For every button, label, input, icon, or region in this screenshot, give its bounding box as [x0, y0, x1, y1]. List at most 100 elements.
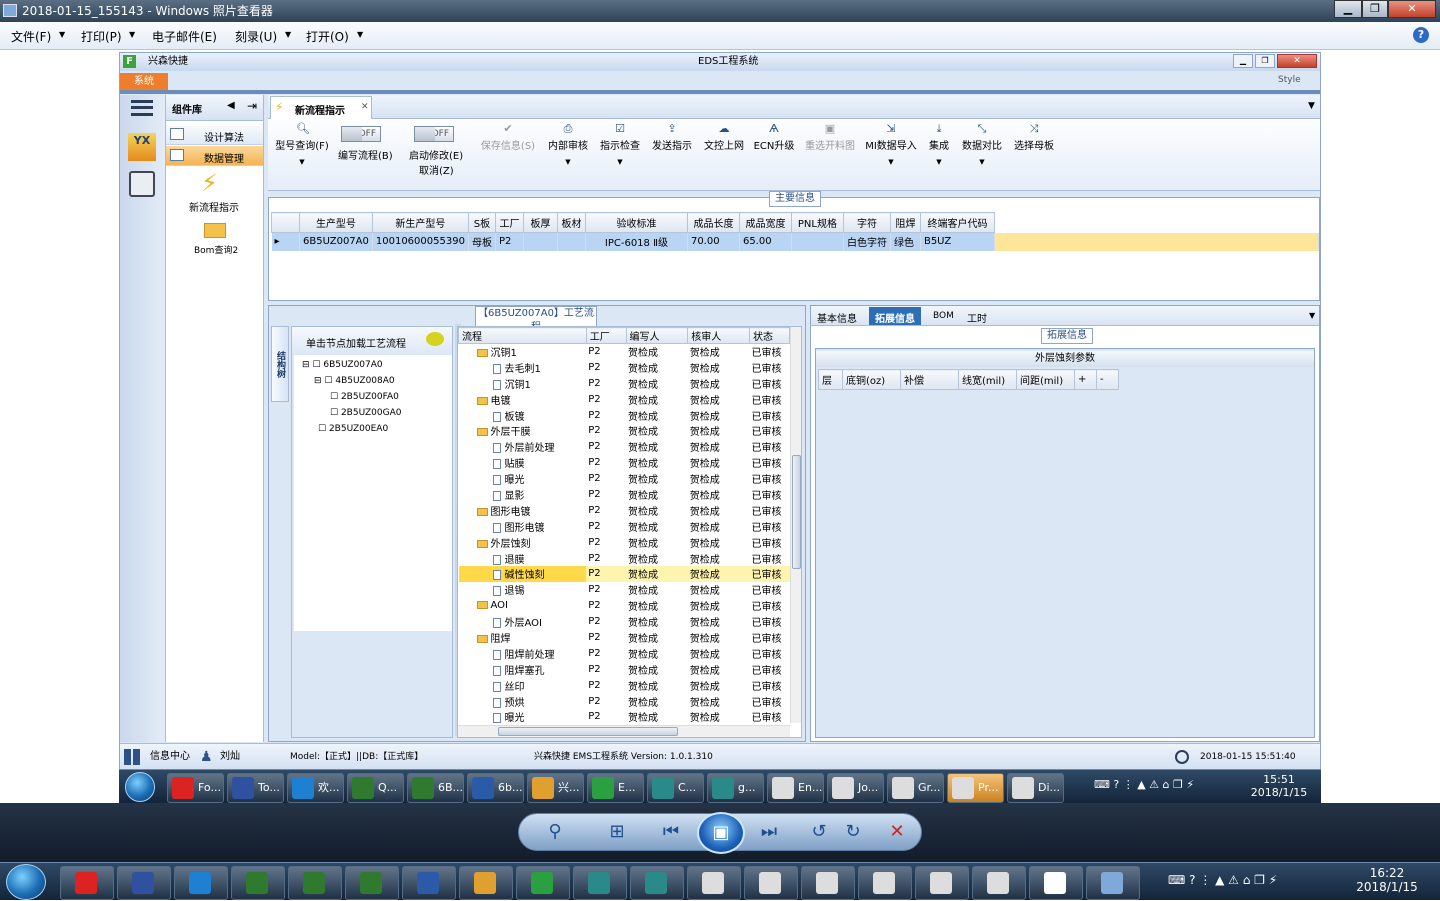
column-header[interactable]: 核审人	[687, 327, 751, 344]
process-row[interactable]: 电镀 P2 贺检成 贺检成 已审核	[459, 391, 790, 407]
process-row[interactable]: 退锡 P2 贺检成 贺检成 已审核	[459, 582, 790, 598]
menu-item-design-algorithm[interactable]: 设计算法	[166, 125, 263, 145]
taskbar-app-button[interactable]: Fo...	[167, 773, 224, 803]
taskbar-app-button[interactable]: g...	[707, 773, 764, 803]
column-header[interactable]: 终端客户代码	[919, 212, 995, 233]
taskbar-app-button[interactable]	[345, 866, 399, 900]
taskbar-app-button[interactable]: 欢...	[287, 773, 344, 803]
select-master-button[interactable]: ⤨ 选择母板	[1012, 123, 1056, 152]
column-header[interactable]: 工厂	[494, 212, 524, 233]
tab-bom[interactable]: BOM	[933, 311, 954, 321]
chevron-down-icon[interactable]: ▼	[1309, 311, 1315, 320]
taskbar-app-button[interactable]	[915, 866, 969, 900]
process-row[interactable]: 外层AOI P2 贺检成 贺检成 已审核	[459, 614, 790, 630]
zoom-icon[interactable]: ⚲	[537, 814, 573, 850]
taskbar-app-button[interactable]	[573, 866, 627, 900]
process-row[interactable]: 阻焊前处理 P2 贺检成 贺检成 已审核	[459, 645, 790, 661]
process-row[interactable]: 曝光 P2 贺检成 贺检成 已审核	[459, 471, 790, 487]
process-row[interactable]: 显影 P2 贺检成 贺检成 已审核	[459, 487, 790, 503]
menu-open[interactable]: 打开(O)	[306, 28, 349, 45]
process-row[interactable]: 外层蚀刻 P2 贺检成 贺检成 已审核	[459, 534, 790, 550]
data-compare-button[interactable]: ⤡ 数据对比 ▼	[960, 123, 1004, 166]
column-header[interactable]: 板厚	[522, 212, 558, 233]
taskbar-app-button[interactable]: En...	[767, 773, 824, 803]
hamburger-icon[interactable]	[131, 100, 153, 116]
taskbar-app-button[interactable]: 6b...	[467, 773, 524, 803]
tray-clock[interactable]: 15:51 2018/1/15	[1249, 773, 1309, 799]
process-row[interactable]: 预烘 P2 贺检成 贺检成 已审核	[459, 693, 790, 709]
collapse-left-icon[interactable]: ◀	[227, 100, 235, 111]
process-row[interactable]: 外层前处理 P2 贺检成 贺检成 已审核	[459, 439, 790, 455]
taskbar-app-button[interactable]: C...	[647, 773, 704, 803]
internal-review-button[interactable]: ⎙ 内部审核 ▼	[546, 123, 590, 166]
cancel-button[interactable]: 取消(Z)	[419, 162, 454, 177]
indicate-check-button[interactable]: ☑ 指示检查 ▼	[598, 123, 642, 166]
process-row[interactable]: 去毛刺1 P2 贺检成 贺检成 已审核	[459, 359, 790, 375]
calculator-icon[interactable]	[129, 171, 155, 197]
process-row[interactable]: AOI P2 贺检成 贺检成 已审核	[459, 598, 790, 614]
taskbar-app-button[interactable]: Gr...	[887, 773, 944, 803]
menu-item-data-management[interactable]: 数据管理	[166, 146, 263, 166]
start-button-icon[interactable]	[6, 864, 46, 900]
tree-side-tab[interactable]: 结构树	[271, 326, 289, 402]
column-header[interactable]: 板材	[556, 212, 586, 233]
tree-node[interactable]: ☐ 2B5UZ00FA0	[330, 392, 399, 402]
taskbar-app-button[interactable]: Q...	[347, 773, 404, 803]
integrate-button[interactable]: ⤓ 集成 ▼	[924, 123, 954, 166]
taskbar-app-button[interactable]	[231, 866, 285, 900]
system-tab[interactable]: 系统	[120, 73, 168, 90]
column-header[interactable]: 流程	[458, 327, 587, 344]
taskbar-app-button[interactable]	[858, 866, 912, 900]
ecn-upgrade-button[interactable]: Ѧ ECN升级	[752, 123, 796, 152]
remove-row-button[interactable]: -	[1096, 369, 1119, 390]
taskbar-app-button[interactable]	[630, 866, 684, 900]
column-header[interactable]: 间距(mil)	[1016, 369, 1075, 390]
column-header[interactable]: 补偿	[900, 369, 959, 390]
column-header[interactable]: 新生产型号	[371, 212, 469, 233]
column-header[interactable]: 工厂	[585, 327, 627, 344]
rotate-left-icon[interactable]: ↺	[801, 814, 837, 850]
taskbar-app-button[interactable]	[174, 866, 228, 900]
start-button-icon[interactable]	[125, 772, 155, 802]
process-row[interactable]: 外层干膜 P2 贺检成 贺检成 已审核	[459, 423, 790, 439]
process-row[interactable]: 曝光 P2 贺检成 贺检成 已审核	[459, 709, 790, 725]
process-row[interactable]: 图形电镀 P2 贺检成 贺检成 已审核	[459, 518, 790, 534]
process-row[interactable]: 阻焊 P2 贺检成 贺检成 已审核	[459, 630, 790, 646]
taskbar-app-button[interactable]	[402, 866, 456, 900]
process-row[interactable]: 贴膜 P2 贺检成 贺检成 已审核	[459, 455, 790, 471]
column-header[interactable]: 状态	[749, 327, 790, 344]
taskbar-app-button[interactable]: 兴...	[527, 773, 584, 803]
taskbar-app-button[interactable]	[459, 866, 513, 900]
reselect-cut-button[interactable]: ▣ 重选开料图	[802, 123, 858, 152]
tree-node[interactable]: ⊟ ☐ 6B5UZ007A0	[302, 360, 383, 370]
process-row[interactable]: 退膜 P2 贺检成 贺检成 已审核	[459, 550, 790, 566]
taskbar-app-button[interactable]	[687, 866, 741, 900]
column-header[interactable]: S板	[467, 212, 496, 233]
table-row[interactable]: ▸ 6B5UZ007A0 10010600055390 母板 P2 IPC-60…	[271, 232, 1320, 251]
column-header[interactable]: 字符	[842, 212, 891, 233]
process-row[interactable]: 阻焊塞孔 P2 贺检成 贺检成 已审核	[459, 661, 790, 677]
minimize-button[interactable]: ▁	[1334, 0, 1362, 18]
taskbar-app-button[interactable]: Di...	[1007, 773, 1064, 803]
process-row[interactable]: 丝印 P2 贺检成 贺检成 已审核	[459, 677, 790, 693]
tab-extended-info[interactable]: 拓展信息	[869, 307, 921, 325]
new-flow-indicate-item[interactable]: 新流程指示	[189, 199, 239, 214]
yx-module-icon[interactable]: YX	[128, 133, 156, 161]
taskbar-app-button[interactable]	[516, 866, 570, 900]
next-icon[interactable]: ⏭	[751, 814, 787, 850]
send-indicate-button[interactable]: ⇪ 发送指示	[650, 123, 694, 152]
info-center-link[interactable]: 信息中心	[150, 744, 190, 770]
taskbar-app-button[interactable]: Pr...	[947, 773, 1004, 803]
process-row[interactable]: 沉铜1 P2 贺检成 贺检成 已审核	[459, 375, 790, 391]
column-header[interactable]: 编写人	[625, 327, 689, 344]
lightning-icon[interactable]: ⚡	[201, 169, 218, 197]
style-label[interactable]: Style	[1278, 75, 1301, 85]
slideshow-button[interactable]: ▣	[697, 812, 745, 854]
column-header[interactable]: 成品宽度	[738, 212, 792, 233]
tab-new-flow-indicate[interactable]: ⚡ 新流程指示 ✕	[270, 96, 372, 119]
taskbar-app-button[interactable]	[801, 866, 855, 900]
menu-email[interactable]: 电子邮件(E)	[152, 28, 217, 45]
mi-import-button[interactable]: ⇲ MI数据导入 ▼	[864, 123, 918, 166]
taskbar-app-button[interactable]	[1029, 866, 1083, 900]
column-header[interactable]: 阻焊	[889, 212, 921, 233]
